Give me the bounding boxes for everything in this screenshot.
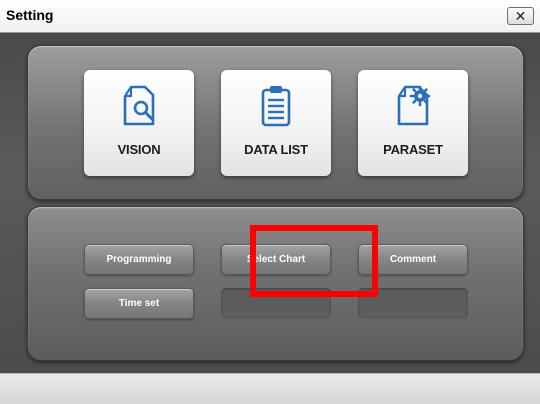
paraset-label: PARASET: [383, 142, 443, 157]
document-search-icon: [123, 85, 155, 126]
vision-button[interactable]: VISION: [84, 70, 194, 176]
document-gear-icon: [397, 85, 431, 126]
window-title: Setting: [6, 7, 54, 23]
title-bar: Setting g ✕: [0, 0, 540, 33]
data-list-button[interactable]: DATA LIST: [221, 70, 331, 176]
status-bar: [0, 373, 540, 404]
paraset-button[interactable]: PARASET: [358, 70, 468, 176]
clipboard-list-icon: [261, 86, 291, 127]
close-icon: ✕: [514, 8, 527, 24]
highlight-box: [250, 225, 378, 297]
settings-area: VISION DATA LIST PARASET Programming Sel…: [0, 33, 540, 373]
time-set-button[interactable]: Time set: [84, 288, 194, 319]
programming-button[interactable]: Programming: [84, 244, 194, 275]
vision-label: VISION: [117, 142, 161, 157]
data-list-label: DATA LIST: [244, 142, 308, 157]
close-button[interactable]: ✕: [507, 7, 534, 25]
main-menu-panel: VISION DATA LIST PARASET: [27, 45, 524, 200]
